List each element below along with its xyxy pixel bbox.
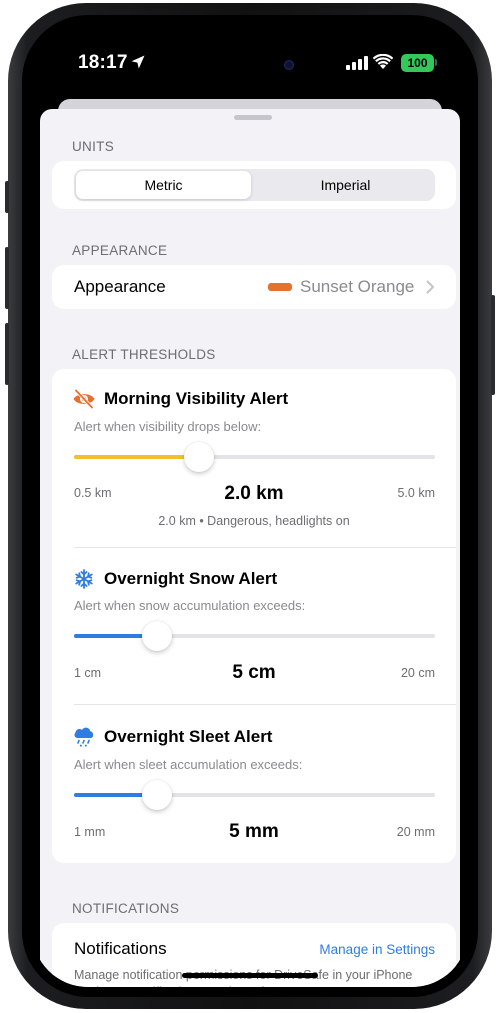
volume-up-button: [5, 247, 9, 309]
appearance-card: Appearance Sunset Orange: [52, 265, 456, 309]
chevron-right-icon: [426, 280, 434, 294]
alert-thresholds-card: Morning Visibility Alert Alert when visi…: [52, 369, 456, 863]
sleet-alert-title: Overnight Sleet Alert: [104, 727, 273, 746]
sleet-value-label: 5 mm: [229, 821, 279, 842]
status-bar: 18:17 100: [32, 25, 468, 89]
location-arrow-icon: [131, 55, 145, 69]
settings-sheet: UNITS Metric Imperial APPEARANCE Appeara…: [40, 109, 460, 987]
power-button: [491, 295, 495, 395]
units-card: Metric Imperial: [52, 161, 456, 209]
battery-level: 100: [407, 56, 428, 70]
action-button: [5, 181, 9, 213]
segment-imperial[interactable]: Imperial: [258, 171, 433, 199]
appearance-label: Appearance: [74, 277, 166, 296]
notifications-header: NOTIFICATIONS: [72, 901, 180, 916]
wifi-icon: [373, 54, 393, 69]
volume-down-button: [5, 323, 9, 385]
snow-slider[interactable]: [74, 621, 435, 651]
battery-indicator: 100: [401, 54, 434, 72]
sleet-alert-description: Alert when sleet accumulation exceeds:: [74, 757, 303, 772]
battery-tip: [435, 59, 437, 66]
dynamic-island: [190, 47, 316, 83]
snow-max-label: 20 cm: [400, 666, 435, 680]
visibility-slider-fill: [74, 455, 199, 459]
visibility-note: 2.0 km • Dangerous, headlights on: [158, 514, 350, 528]
phone-frame: 18:17 100 UNITS Metric Imperial APPEARAN…: [5, 3, 495, 1009]
snow-value-label: 5 cm: [232, 662, 276, 683]
snowflake-icon: [75, 569, 93, 589]
snow-alert-title: Overnight Snow Alert: [104, 569, 278, 588]
visibility-max-label: 5.0 km: [397, 486, 435, 500]
appearance-value: Sunset Orange: [300, 277, 415, 296]
sleet-slider[interactable]: [74, 780, 435, 810]
status-time: 18:17: [78, 52, 128, 73]
home-indicator[interactable]: [182, 973, 318, 978]
visibility-alert-description: Alert when visibility drops below:: [74, 419, 262, 434]
divider: [74, 547, 456, 548]
appearance-header: APPEARANCE: [72, 243, 168, 258]
camera-icon: [284, 60, 294, 70]
visibility-value-label: 2.0 km: [224, 483, 284, 504]
units-segmented-control: Metric Imperial: [74, 169, 435, 201]
alert-thresholds-header: ALERT THRESHOLDS: [72, 347, 216, 362]
sleet-max-label: 20 mm: [396, 825, 435, 839]
eye-slash-icon: [73, 388, 95, 410]
sleet-slider-knob[interactable]: [142, 780, 173, 810]
manage-in-settings-link[interactable]: Manage in Settings: [319, 942, 435, 957]
visibility-alert-title: Morning Visibility Alert: [104, 389, 289, 408]
cellular-signal-icon: [346, 56, 368, 70]
screen: 18:17 100 UNITS Metric Imperial APPEARAN…: [32, 25, 468, 987]
units-header: UNITS: [72, 139, 114, 154]
color-swatch: [268, 283, 292, 291]
sheet-grabber[interactable]: [234, 115, 272, 120]
visibility-slider[interactable]: [74, 442, 435, 472]
visibility-slider-knob[interactable]: [183, 442, 214, 472]
notifications-title: Notifications: [74, 939, 167, 958]
snow-slider-knob[interactable]: [142, 621, 173, 651]
bezel: 18:17 100 UNITS Metric Imperial APPEARAN…: [22, 15, 478, 997]
sleet-cloud-icon: [74, 727, 94, 747]
segment-metric[interactable]: Metric: [76, 171, 251, 199]
snow-alert-description: Alert when snow accumulation exceeds:: [74, 598, 306, 613]
divider: [74, 704, 456, 705]
appearance-row[interactable]: Appearance Sunset Orange: [52, 265, 456, 309]
